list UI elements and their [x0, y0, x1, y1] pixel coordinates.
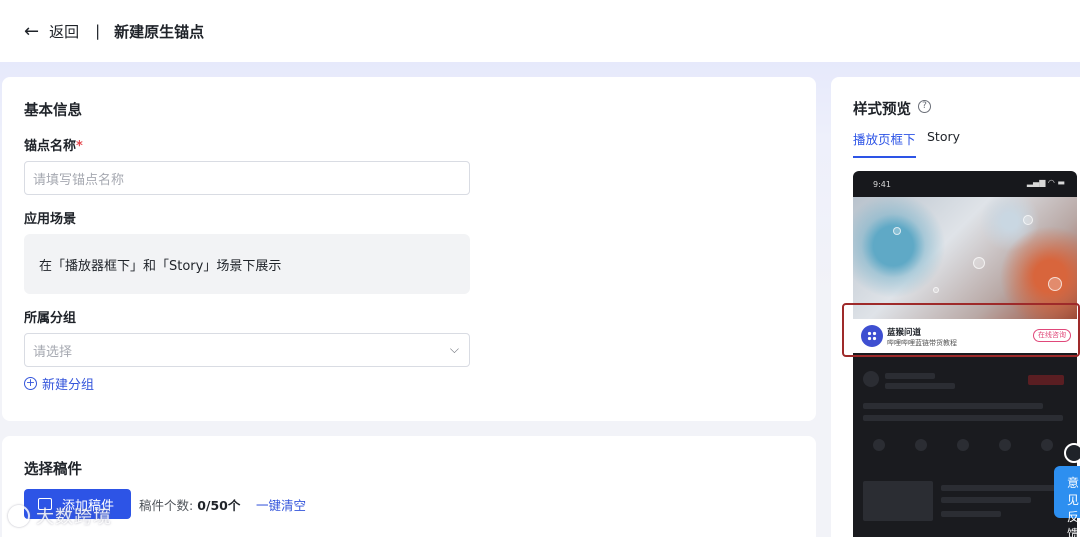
follow-placeholder: [1028, 375, 1064, 385]
watermark-text: 大数跨境: [36, 507, 112, 528]
scene-label: 应用场景: [24, 212, 77, 227]
status-bar: 9:41 ▂▄▆ ◠ ▬: [853, 171, 1077, 197]
tab-player-below[interactable]: 播放页框下: [853, 129, 916, 158]
basic-info-title: 基本信息: [24, 103, 82, 119]
anchor-name-placeholder: 请填写锚点名称: [33, 172, 125, 188]
anchor-name-label-text: 锚点名称: [24, 139, 77, 154]
new-group-label: 新建分组: [42, 378, 95, 393]
required-mark: *: [76, 139, 83, 154]
group-label: 所属分组: [24, 311, 77, 326]
avatar: [863, 371, 879, 387]
tab-story[interactable]: Story: [927, 129, 960, 144]
watermark-logo-icon: [8, 505, 30, 527]
anchor-name-input[interactable]: 请填写锚点名称: [24, 161, 470, 195]
count-label: 稿件个数:: [139, 498, 194, 513]
phone-preview: 9:41 ▂▄▆ ◠ ▬ 蓝猴问道 哔哩哔哩蓝链带货教程 在线咨询: [853, 171, 1077, 537]
assistant-robot-icon[interactable]: [1064, 443, 1080, 463]
dislike-icon: [915, 439, 927, 451]
feedback-button[interactable]: 意见反馈: [1054, 466, 1080, 537]
scene-display: 在「播放器框下」和「Story」场景下展示: [24, 234, 470, 294]
back-link[interactable]: 返回: [49, 21, 79, 42]
help-icon[interactable]: ?: [918, 100, 931, 113]
anchor-name: 蓝猴问道: [887, 328, 922, 338]
manuscript-count: 稿件个数: 0/50个: [139, 495, 240, 514]
placeholder-line: [941, 485, 1061, 491]
anchor-cta-button: 在线咨询: [1033, 329, 1071, 342]
group-placeholder: 请选择: [33, 344, 73, 360]
back-arrow-icon[interactable]: ←: [24, 21, 39, 42]
share-icon: [1041, 439, 1053, 451]
native-anchor-bar: 蓝猴问道 哔哩哔哩蓝链带货教程 在线咨询: [853, 319, 1077, 353]
page-title: 新建原生锚点: [114, 22, 205, 41]
placeholder-line: [863, 415, 1063, 421]
clear-all-link[interactable]: 一键清空: [256, 495, 306, 514]
dimmed-content: [853, 353, 1077, 537]
like-icon: [873, 439, 885, 451]
group-select[interactable]: 请选择 ⌵: [24, 333, 470, 367]
style-preview-card: 样式预览 ? 播放页框下 Story 9:41 ▂▄▆ ◠ ▬ 蓝猴问道 哔哩哔…: [831, 77, 1080, 537]
scene-text: 在「播放器框下」和「Story」场景下展示: [39, 258, 282, 274]
video-thumbnail: [853, 197, 1077, 319]
placeholder-line: [941, 511, 1001, 517]
bubble-decoration: [1023, 215, 1033, 225]
plus-circle-icon: +: [24, 376, 37, 390]
anchor-logo-icon: [861, 325, 883, 347]
related-thumbnail: [863, 481, 933, 521]
basic-info-card: 基本信息 锚点名称* 请填写锚点名称 应用场景 在「播放器框下」和「Story」…: [2, 77, 816, 421]
signal-wifi-battery-icon: ▂▄▆ ◠ ▬: [1026, 178, 1065, 187]
select-manuscript-title: 选择稿件: [24, 462, 82, 478]
placeholder-line: [941, 497, 1031, 503]
bubble-decoration: [893, 227, 901, 235]
count-value: 0/50个: [197, 498, 241, 513]
select-manuscript-card: 选择稿件 添加稿件 稿件个数: 0/50个 一键清空: [2, 436, 816, 537]
preview-title: 样式预览: [853, 102, 911, 118]
star-icon: [999, 439, 1011, 451]
bubble-decoration: [933, 287, 939, 293]
bubble-decoration: [973, 257, 985, 269]
watermark: 大数跨境: [8, 503, 112, 529]
placeholder-line: [885, 383, 955, 389]
header-separator: |: [95, 22, 101, 40]
new-group-link[interactable]: + 新建分组: [24, 374, 94, 393]
chevron-down-icon: ⌵: [449, 342, 459, 356]
anchor-desc: 哔哩哔哩蓝链带货教程: [887, 339, 957, 347]
placeholder-line: [863, 403, 1043, 409]
bubble-decoration: [1048, 277, 1062, 291]
placeholder-line: [885, 373, 935, 379]
status-time: 9:41: [873, 180, 891, 189]
top-bar: ← 返回 | 新建原生锚点: [0, 0, 1080, 62]
coin-icon: [957, 439, 969, 451]
anchor-name-label: 锚点名称*: [24, 135, 83, 154]
